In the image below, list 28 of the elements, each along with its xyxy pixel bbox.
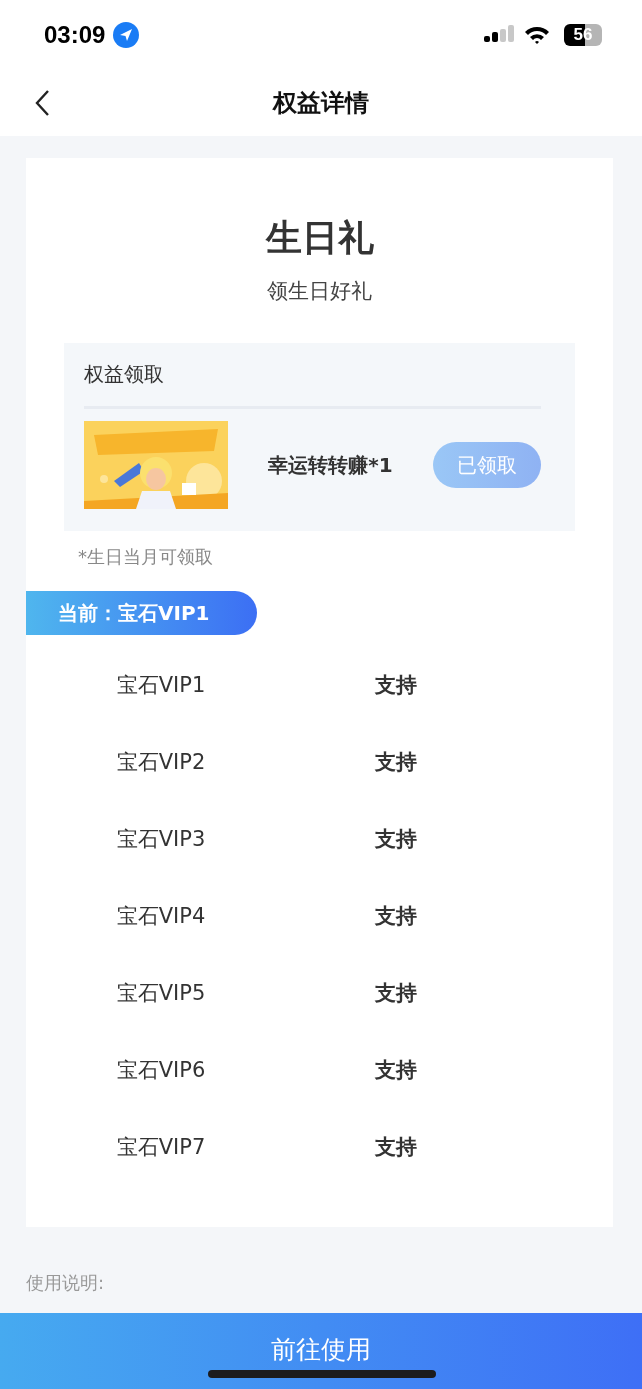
benefit-title: 生日礼: [264, 216, 375, 260]
reward-name: 幸运转转赚*1: [267, 451, 394, 479]
support-status: 支持: [375, 979, 417, 1007]
level-name: 宝石VIP4: [115, 902, 207, 930]
level-name: 宝石VIP2: [115, 748, 207, 776]
status-time: 03:09: [44, 21, 106, 49]
go-use-button[interactable]: 前往使用: [0, 1313, 642, 1389]
wifi-icon: [524, 25, 550, 45]
benefit-subtitle: 领生日好礼: [266, 278, 373, 305]
support-status: 支持: [375, 671, 417, 699]
support-status: 支持: [375, 1133, 417, 1161]
claim-heading: 权益领取: [84, 361, 165, 388]
back-icon[interactable]: [34, 89, 50, 117]
level-name: 宝石VIP3: [115, 825, 207, 853]
current-level-tag: 当前：宝石VIP1: [26, 591, 257, 635]
support-status: 支持: [375, 1056, 417, 1084]
support-status: 支持: [375, 748, 417, 776]
level-name: 宝石VIP5: [115, 979, 207, 1007]
support-status: 支持: [375, 825, 417, 853]
level-name: 宝石VIP7: [115, 1133, 207, 1161]
usage-heading: 使用说明:: [26, 1271, 106, 1295]
page-title: 权益详情: [273, 88, 369, 119]
claim-note: *生日当月可领取: [78, 545, 214, 569]
claimed-button[interactable]: 已领取: [433, 442, 541, 488]
signal-icon: [484, 25, 516, 45]
support-status: 支持: [375, 902, 417, 930]
level-name: 宝石VIP1: [115, 671, 207, 699]
level-name: 宝石VIP6: [115, 1056, 207, 1084]
